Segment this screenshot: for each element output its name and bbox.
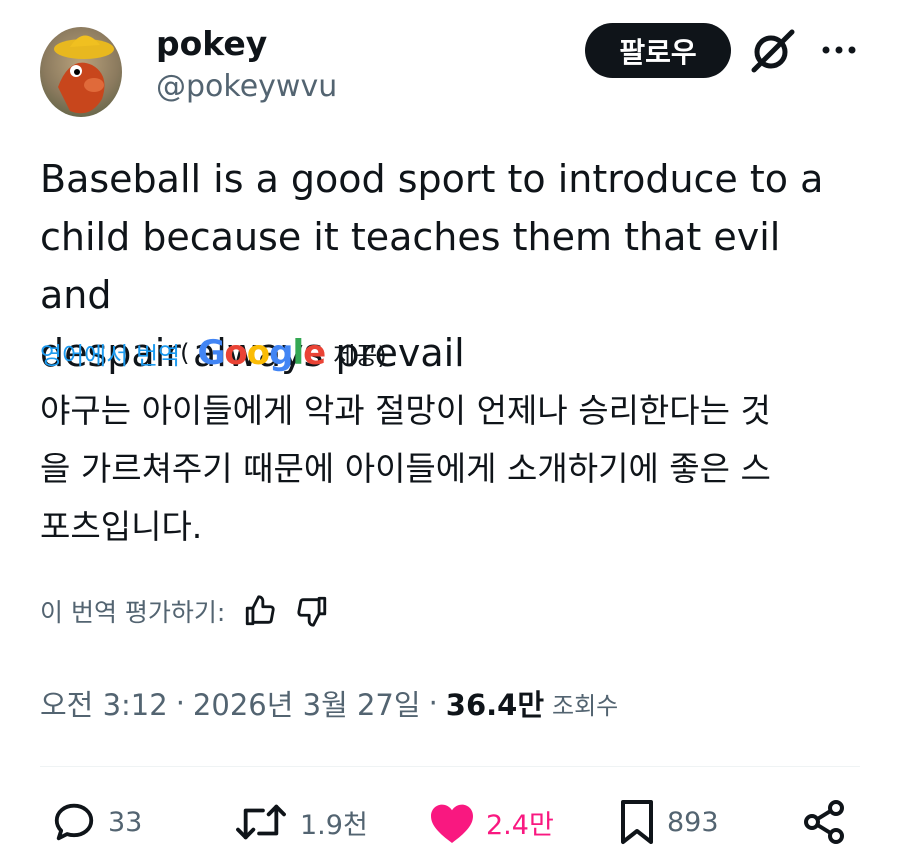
translated-text: 야구는 아이들에게 악과 절망이 언제나 승리한다는 것 을 가르쳐주기 때문에… xyxy=(40,391,771,546)
translation-attribution: 영어에서 번역 ( Google 제공) xyxy=(40,332,387,374)
post-date[interactable]: 2026년 3월 27일 xyxy=(193,682,421,724)
heart-icon xyxy=(431,804,473,843)
share-icon xyxy=(804,800,844,844)
thumbs-up-icon[interactable] xyxy=(243,594,277,628)
views-label: 조회수 xyxy=(552,691,619,720)
views-count[interactable]: 36.4만 xyxy=(446,682,544,724)
repost-count: 1.9천 xyxy=(300,809,368,841)
bookmark-button[interactable]: 893 xyxy=(617,798,719,846)
display-name[interactable]: pokey xyxy=(156,24,337,64)
repost-button[interactable]: 1.9천 xyxy=(232,798,368,846)
bookmark-icon xyxy=(621,800,653,844)
repost-icon xyxy=(236,804,286,840)
separator-dot: · xyxy=(175,686,185,720)
reply-button[interactable]: 33 xyxy=(50,798,142,846)
like-button[interactable]: 2.4만 xyxy=(428,798,554,846)
user-info: pokey @pokeywvu xyxy=(156,24,337,106)
reply-count: 33 xyxy=(108,806,143,838)
separator-dot: · xyxy=(428,686,438,720)
more-dots-icon[interactable] xyxy=(818,36,860,64)
user-handle[interactable]: @pokeywvu xyxy=(156,68,337,106)
bookmark-count: 893 xyxy=(667,806,719,838)
tweet-meta: 오전 3:12 · 2026년 3월 27일 · 36.4만 조회수 xyxy=(40,678,618,728)
follow-button[interactable]: 팔로우 xyxy=(585,23,731,78)
translated-from-link[interactable]: 영어에서 번역 xyxy=(40,336,180,371)
open-paren: ( xyxy=(180,339,190,367)
like-count: 2.4만 xyxy=(486,809,554,841)
share-button[interactable] xyxy=(800,798,848,846)
reply-icon xyxy=(54,803,94,841)
avatar[interactable] xyxy=(40,27,122,117)
avatar-image xyxy=(54,35,114,114)
grok-icon[interactable] xyxy=(748,28,798,74)
google-logo: Google xyxy=(197,333,326,373)
rate-translation-label: 이 번역 평가하기: xyxy=(40,598,226,627)
provided-label: 제공) xyxy=(333,341,387,370)
divider xyxy=(40,766,860,767)
rate-translation: 이 번역 평가하기: xyxy=(40,588,329,634)
thumbs-down-icon[interactable] xyxy=(295,594,329,628)
post-time[interactable]: 오전 3:12 xyxy=(40,682,168,724)
